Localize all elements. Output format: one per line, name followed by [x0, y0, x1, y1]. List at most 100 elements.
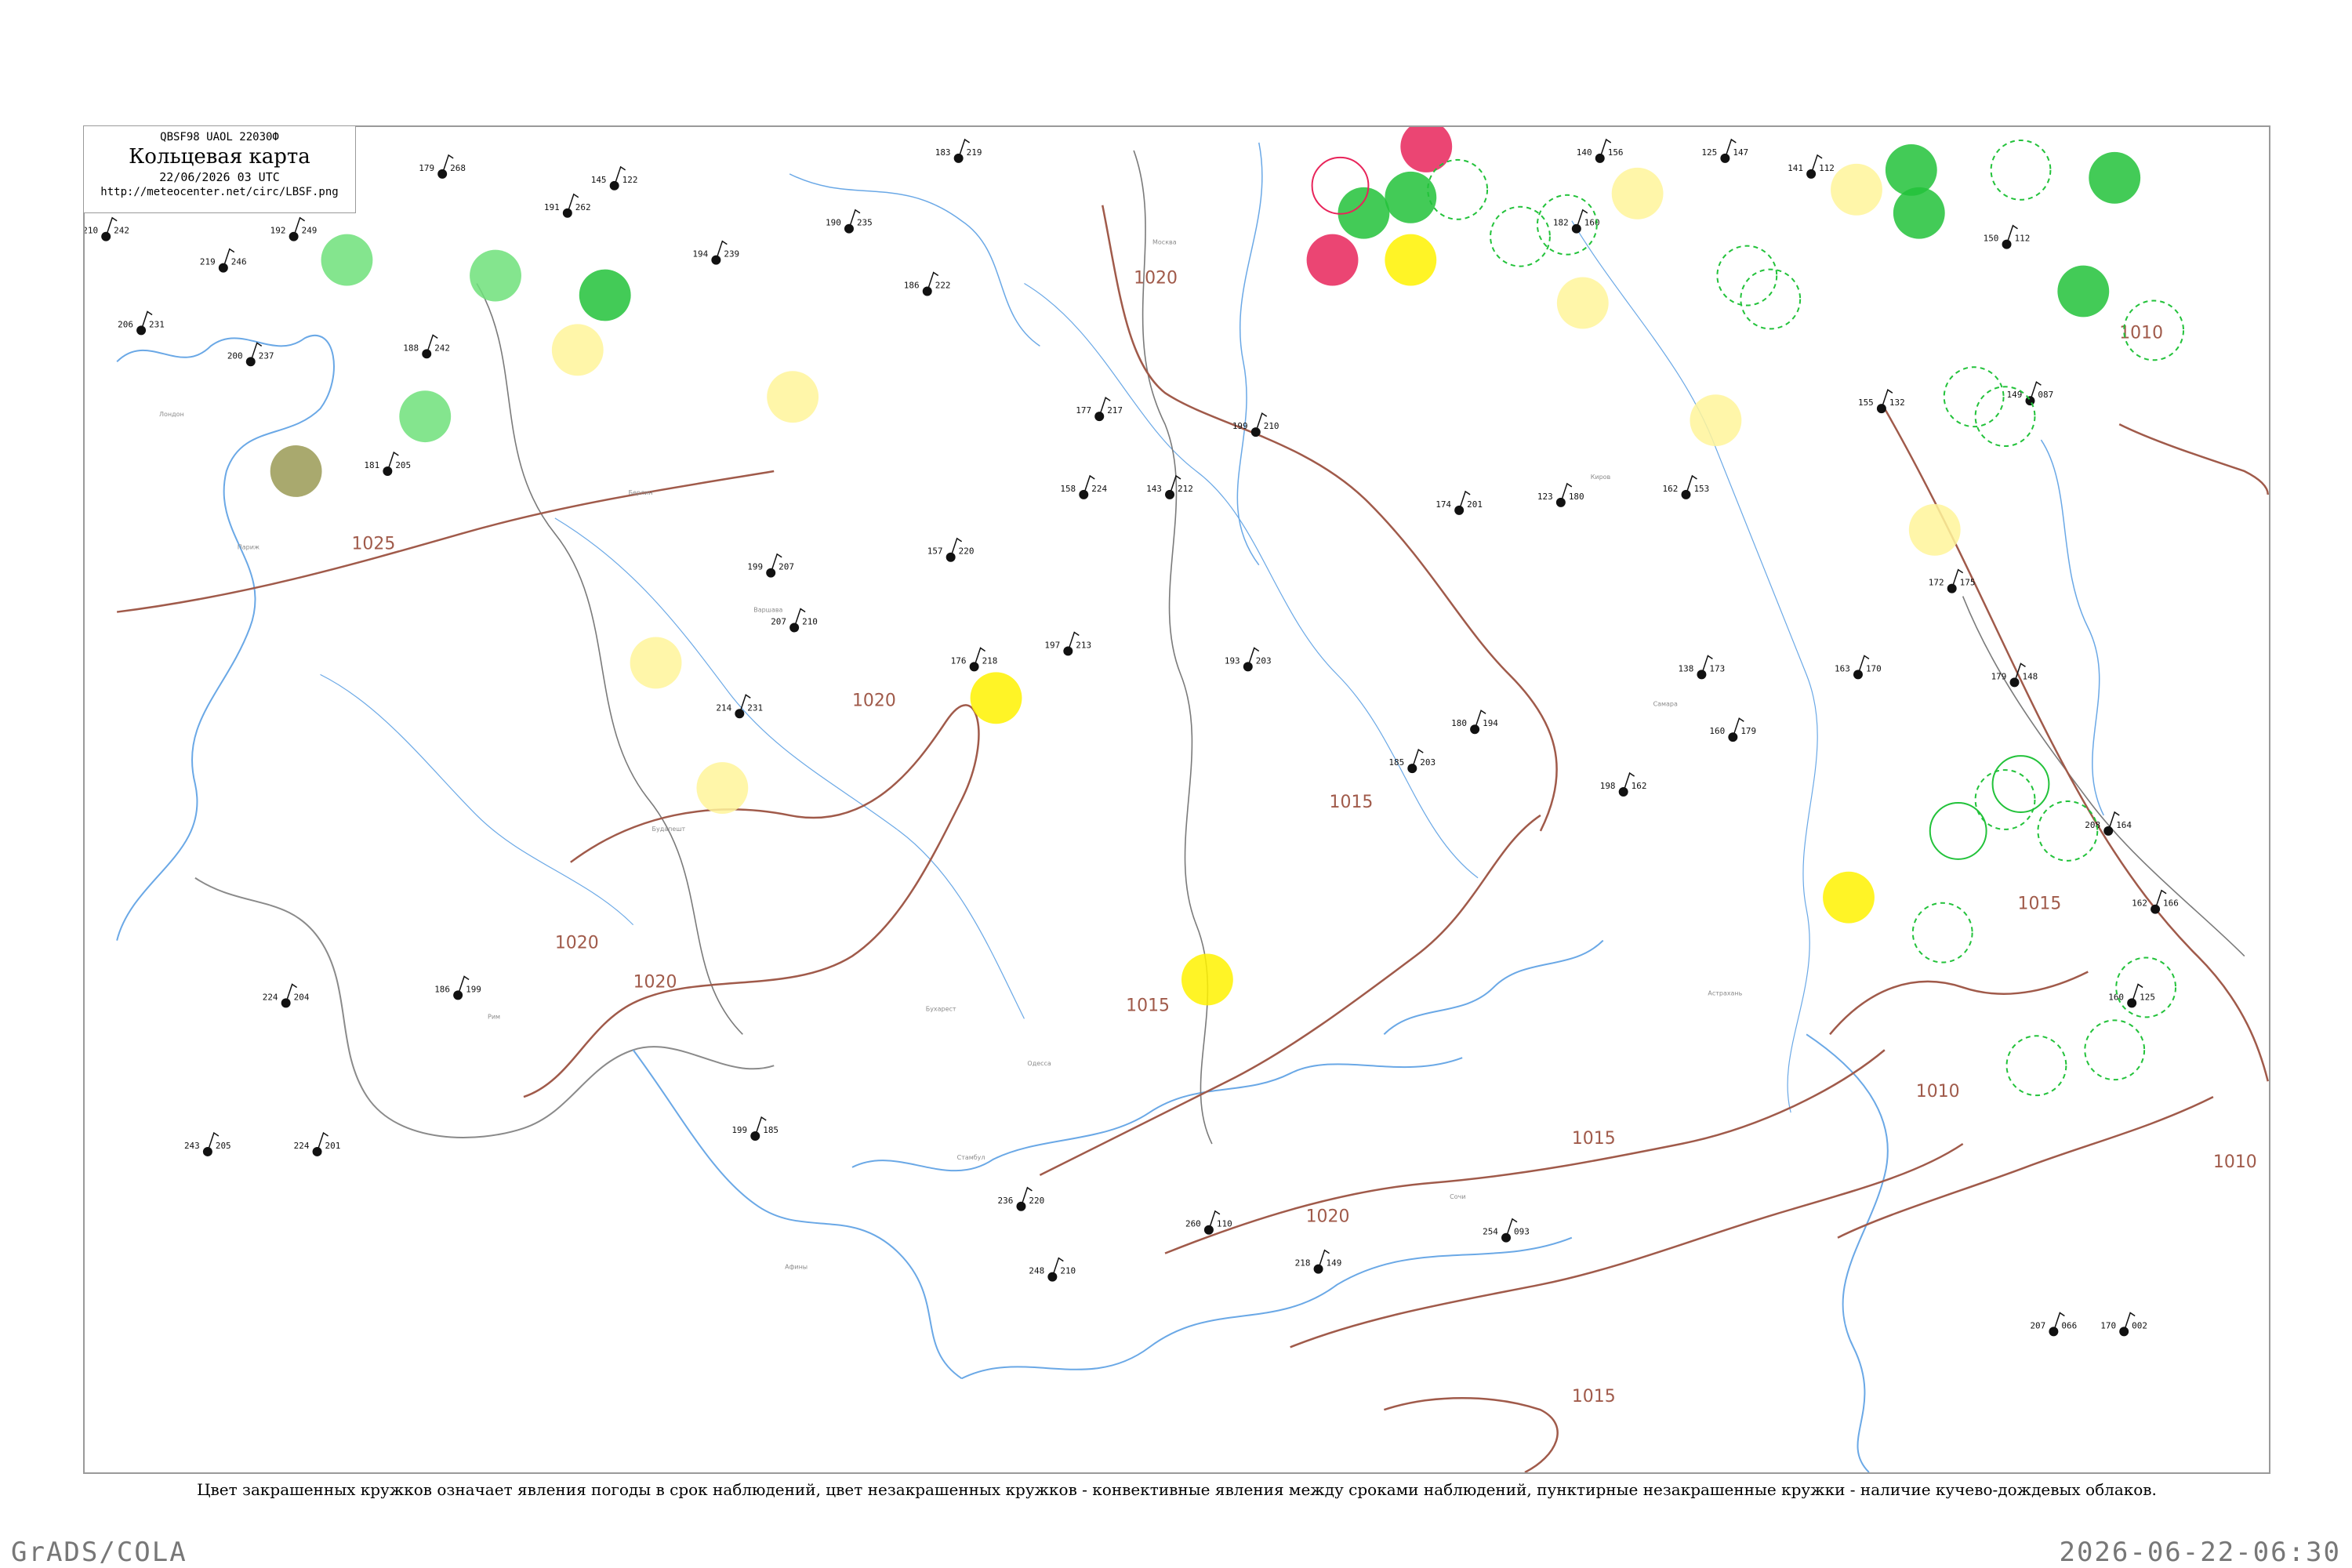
station-plot[interactable]: 200 237 [227, 342, 274, 367]
station-plot[interactable]: 214 231 [716, 694, 763, 719]
weather-phenomenon-circle[interactable] [1400, 127, 1453, 172]
station-plot[interactable]: 207 066 [2030, 1312, 2077, 1337]
cumulonimbus-circle[interactable] [2005, 1035, 2067, 1097]
weather-phenomenon-circle[interactable] [2089, 151, 2141, 204]
station-plot[interactable]: 149 087 [2007, 381, 2054, 406]
weather-phenomenon-circle[interactable] [2057, 265, 2110, 318]
station-plot[interactable]: 191 262 [544, 193, 591, 218]
station-plot[interactable]: 141 112 [1788, 154, 1835, 179]
station-plot[interactable]: 162 153 [1663, 474, 1710, 499]
weather-phenomenon-circle[interactable] [551, 324, 604, 376]
cumulonimbus-circle[interactable] [2084, 1019, 2146, 1081]
station-plot[interactable]: 181 205 [364, 451, 411, 476]
weather-phenomenon-circle[interactable] [399, 390, 452, 443]
station-plot[interactable]: 224 201 [294, 1131, 341, 1156]
station-plot[interactable]: 150 112 [1984, 224, 2031, 249]
station-plot[interactable]: 179 268 [419, 154, 466, 179]
station-plot[interactable]: 174 201 [1436, 490, 1483, 515]
station-plot[interactable]: 177 217 [1076, 397, 1123, 422]
weather-phenomenon-circle[interactable] [270, 445, 322, 497]
station-pressure: 132 [1889, 397, 1905, 408]
station-plot[interactable]: 224 204 [263, 983, 310, 1008]
weather-phenomenon-circle[interactable] [1385, 234, 1437, 286]
station-plot[interactable]: 193 203 [1225, 647, 1272, 672]
weather-phenomenon-circle[interactable] [470, 249, 521, 302]
station-plot[interactable]: 143 212 [1146, 474, 1193, 499]
weather-phenomenon-circle[interactable] [1885, 143, 1937, 196]
convective-event-circle[interactable] [1929, 801, 1987, 860]
station-plot[interactable]: 243 205 [184, 1131, 231, 1156]
station-pressure: 087 [2038, 390, 2053, 400]
station-plot[interactable]: 170 002 [2100, 1312, 2147, 1337]
station-plot[interactable]: 219 246 [200, 248, 247, 273]
weather-phenomenon-circle[interactable] [1556, 277, 1609, 329]
station-plot[interactable]: 157 220 [927, 537, 975, 562]
station-plot[interactable]: 185 203 [1388, 748, 1436, 774]
station-plot[interactable]: 197 213 [1044, 631, 1091, 656]
station-plot[interactable]: 138 173 [1679, 655, 1726, 680]
cumulonimbus-circle[interactable] [1740, 268, 1802, 330]
weather-phenomenon-circle[interactable] [1611, 167, 1664, 220]
station-temperature: 182 [1553, 218, 1569, 228]
cumulonimbus-circle[interactable] [1990, 139, 2052, 201]
station-plot[interactable]: 180 194 [1451, 710, 1498, 735]
cumulonimbus-circle[interactable] [1911, 902, 1973, 964]
station-plot[interactable]: 218 149 [1295, 1249, 1342, 1274]
station-plot[interactable]: 182 160 [1553, 209, 1600, 234]
source-url[interactable]: http://meteocenter.net/circ/LBSF.png [84, 186, 355, 198]
weather-phenomenon-circle[interactable] [579, 269, 631, 321]
station-plot[interactable]: 248 210 [1029, 1257, 1076, 1282]
cumulonimbus-circle[interactable] [1974, 386, 2036, 448]
cumulonimbus-circle[interactable] [1490, 205, 1551, 267]
station-plot[interactable]: 194 239 [692, 240, 739, 265]
generation-timestamp: 2026-06-22-06:30 [2059, 1537, 2341, 1568]
station-plot[interactable]: 186 199 [434, 975, 481, 1000]
weather-phenomenon-circle[interactable] [1831, 163, 1882, 216]
station-plot[interactable]: 172 175 [1929, 568, 1976, 593]
station-plot[interactable]: 186 222 [904, 271, 951, 296]
station-plot[interactable]: 140 156 [1577, 138, 1624, 163]
weather-phenomenon-circle[interactable] [630, 637, 682, 689]
station-plot[interactable]: 145 122 [591, 165, 638, 191]
weather-phenomenon-circle[interactable] [1823, 871, 1875, 924]
weather-phenomenon-circle[interactable] [1690, 394, 1742, 447]
convective-event-circle[interactable] [1991, 755, 2050, 813]
station-plot[interactable]: 199 210 [1232, 412, 1279, 437]
station-plot[interactable]: 199 207 [747, 553, 794, 578]
weather-phenomenon-circle[interactable] [1908, 503, 1961, 556]
weather-phenomenon-circle[interactable] [1306, 234, 1359, 286]
station-plot[interactable]: 199 185 [731, 1116, 779, 1141]
station-plot[interactable]: 236 220 [998, 1186, 1045, 1211]
station-plot[interactable]: 206 231 [118, 310, 165, 336]
weather-phenomenon-circle[interactable] [970, 672, 1022, 724]
weather-phenomenon-circle[interactable] [696, 762, 749, 814]
station-plot[interactable]: 183 219 [935, 138, 982, 163]
station-plot[interactable]: 162 166 [2132, 889, 2179, 914]
station-plot[interactable]: 160 179 [1709, 717, 1756, 742]
station-plot[interactable]: 123 180 [1537, 482, 1584, 507]
station-pressure: 201 [1467, 499, 1483, 510]
station-plot[interactable]: 198 162 [1600, 771, 1647, 797]
weather-phenomenon-circle[interactable] [1181, 953, 1233, 1006]
cumulonimbus-circle[interactable] [1427, 158, 1489, 220]
station-plot[interactable]: 163 170 [1835, 655, 1882, 680]
station-plot[interactable]: 210 242 [85, 216, 129, 241]
station-plot[interactable]: 192 249 [270, 216, 318, 241]
station-plot[interactable]: 176 218 [951, 647, 998, 672]
station-plot[interactable]: 188 242 [403, 334, 450, 359]
weather-phenomenon-circle[interactable] [1385, 171, 1437, 223]
station-plot[interactable]: 125 147 [1701, 138, 1748, 163]
station-plot[interactable]: 254 093 [1483, 1218, 1530, 1243]
station-temperature: 140 [1577, 147, 1592, 158]
synoptic-map[interactable]: 1025 1020 1020 1020 1020 1020 1015 1015 1015 1015… [83, 125, 2270, 1474]
station-plot[interactable]: 155 132 [1858, 389, 1905, 414]
cumulonimbus-circle[interactable] [1943, 366, 2005, 428]
weather-phenomenon-circle[interactable] [1893, 187, 1945, 239]
station-plot[interactable]: 160 125 [2108, 983, 2155, 1008]
weather-phenomenon-circle[interactable] [321, 234, 373, 286]
weather-phenomenon-circle[interactable] [767, 371, 819, 423]
cumulonimbus-circle[interactable] [2115, 956, 2177, 1018]
station-plot[interactable]: 158 224 [1060, 474, 1107, 499]
station-plot[interactable]: 190 235 [826, 209, 873, 234]
cumulonimbus-circle[interactable] [1716, 245, 1778, 307]
